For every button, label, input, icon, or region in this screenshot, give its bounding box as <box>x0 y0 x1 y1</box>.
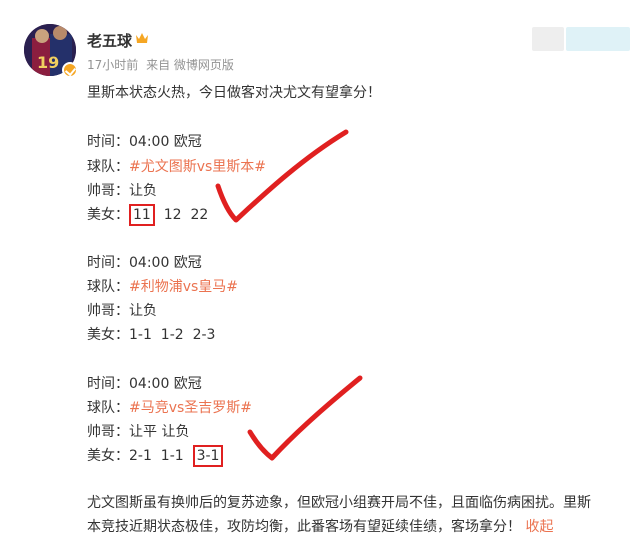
highlighted-pick: 3-1 <box>192 445 224 467</box>
post-source: 来自 微博网页版 <box>146 58 234 72</box>
svg-text:19: 19 <box>37 53 59 72</box>
match-2-meinv: 美女：1-1 1-2 2-3 <box>87 327 216 343</box>
match-3-team: 球队：#马竞vs圣吉罗斯# <box>87 400 253 416</box>
checkmark-icon <box>247 375 363 461</box>
match-2-team: 球队：#利物浦vs皇马# <box>87 279 239 295</box>
weibo-post: 19 老五球 17小时前 来自 微博网页版 里斯本状态火热，今日做客对决尤文有望… <box>0 0 639 538</box>
post-time[interactable]: 17小时前 <box>87 58 138 72</box>
highlighted-pick: 11 <box>129 204 155 226</box>
match-1-team: 球队：#尤文图斯vs里斯本# <box>87 159 267 175</box>
match-1-shuai: 帅哥：让负 <box>87 183 157 199</box>
topic-link[interactable]: #尤文图斯vs里斯本# <box>129 159 266 175</box>
match-2-shuai: 帅哥：让负 <box>87 303 157 319</box>
collapse-link[interactable]: 收起 <box>525 519 553 535</box>
match-3-shuai: 帅哥：让平 让负 <box>87 424 190 440</box>
match-1-time: 时间：04:00 欧冠 <box>87 134 202 150</box>
match-2-time: 时间：04:00 欧冠 <box>87 255 202 271</box>
match-1-meinv: 美女： 11 12 22 <box>87 204 208 226</box>
match-3-meinv: 美女：2-1 1-1 3-1 <box>87 445 224 467</box>
post-meta: 17小时前 来自 微博网页版 <box>87 56 238 73</box>
checkmark-icon <box>215 129 349 223</box>
topic-link[interactable]: #马竞vs圣吉罗斯# <box>129 400 252 416</box>
post-summary-line-1: 尤文图斯虽有换帅后的复苏迹象，但欧冠小组赛开局不佳，且面临伤病困扰。里斯 <box>87 495 591 511</box>
topic-link[interactable]: #利物浦vs皇马# <box>129 279 238 295</box>
verified-badge-icon <box>62 62 78 78</box>
blurred-follow-button[interactable] <box>566 27 630 51</box>
crown-icon <box>136 33 148 43</box>
match-3-time: 时间：04:00 欧冠 <box>87 376 202 392</box>
username[interactable]: 老五球 <box>87 30 132 51</box>
blurred-region <box>532 27 564 51</box>
post-summary-line-2: 本竞技近期状态极佳，攻防均衡，此番客场有望延续佳绩，客场拿分！ 收起 <box>87 519 554 535</box>
post-intro: 里斯本状态火热，今日做客对决尤文有望拿分！ <box>87 85 381 101</box>
